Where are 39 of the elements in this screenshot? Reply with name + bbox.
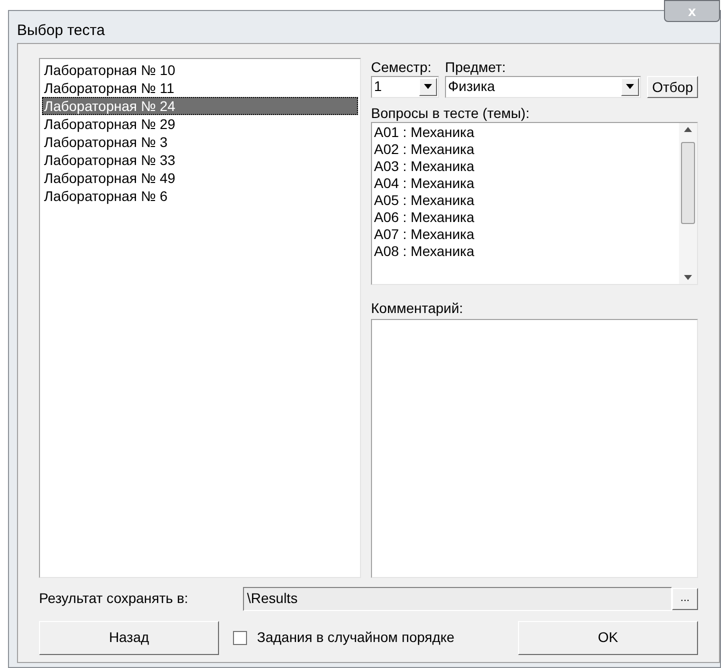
list-item[interactable]: Лабораторная № 11 <box>42 78 358 96</box>
questions-label: Вопросы в тесте (темы): <box>371 104 530 122</box>
scroll-down-icon[interactable] <box>684 274 692 280</box>
results-label: Результат сохранять в: <box>39 589 190 608</box>
scrollbar[interactable] <box>679 122 697 284</box>
list-item[interactable]: A04 : Механика <box>374 174 677 192</box>
semester-label: Семестр: <box>371 58 432 76</box>
scroll-up-icon[interactable] <box>684 126 692 132</box>
list-item[interactable]: Лабораторная № 24 <box>42 96 358 114</box>
subject-label: Предмет: <box>445 58 507 76</box>
list-item[interactable]: A03 : Механика <box>374 158 677 174</box>
results-path-field[interactable]: \Results <box>243 586 672 610</box>
list-item[interactable]: A07 : Механика <box>374 226 677 242</box>
lab-list[interactable]: Лабораторная № 10 Лабораторная № 11 Лабораторная № 24 Лабораторная № 29 Лабораторная № 3 Лабораторная № 33 Лабораторная № 49 Лабораторная № 6 <box>39 58 361 578</box>
list-item[interactable]: Лабораторная № 6 <box>42 186 358 204</box>
browse-button[interactable]: ... <box>672 588 698 610</box>
list-item[interactable]: Лабораторная № 33 <box>42 150 358 168</box>
list-item[interactable]: Лабораторная № 49 <box>42 168 358 186</box>
random-order-checkbox[interactable] <box>233 630 247 644</box>
back-button[interactable]: Назад <box>39 620 219 654</box>
subject-dropdown[interactable]: Физика <box>445 76 642 98</box>
list-item[interactable]: A06 : Механика <box>374 208 677 226</box>
list-item[interactable]: A08 : Механика <box>374 242 677 260</box>
window-title: Выбор теста <box>17 21 105 41</box>
list-item[interactable]: Лабораторная № 3 <box>42 132 358 150</box>
list-item[interactable]: A02 : Механика <box>374 140 677 158</box>
caret-icon <box>424 84 432 89</box>
semester-dropdown[interactable]: 1 <box>371 76 439 98</box>
random-order-label: Задания в случайном порядке <box>257 628 456 647</box>
filter-button[interactable]: Отбор <box>647 76 698 98</box>
comment-label: Комментарий: <box>371 298 464 316</box>
list-item[interactable]: A05 : Механика <box>374 192 677 208</box>
list-item[interactable]: Лабораторная № 29 <box>42 114 358 132</box>
ok-button[interactable]: OK <box>518 620 698 654</box>
list-item[interactable]: A01 : Механика <box>374 124 677 140</box>
list-item[interactable]: Лабораторная № 10 <box>42 60 358 78</box>
questions-list[interactable]: A01 : Механика A02 : Механика A03 : Механика A04 : Механика A05 : Механика A06 : Механика A07 : Механика A08 : Механика <box>371 122 698 284</box>
comment-field[interactable] <box>371 318 698 578</box>
caret-icon <box>626 84 634 89</box>
